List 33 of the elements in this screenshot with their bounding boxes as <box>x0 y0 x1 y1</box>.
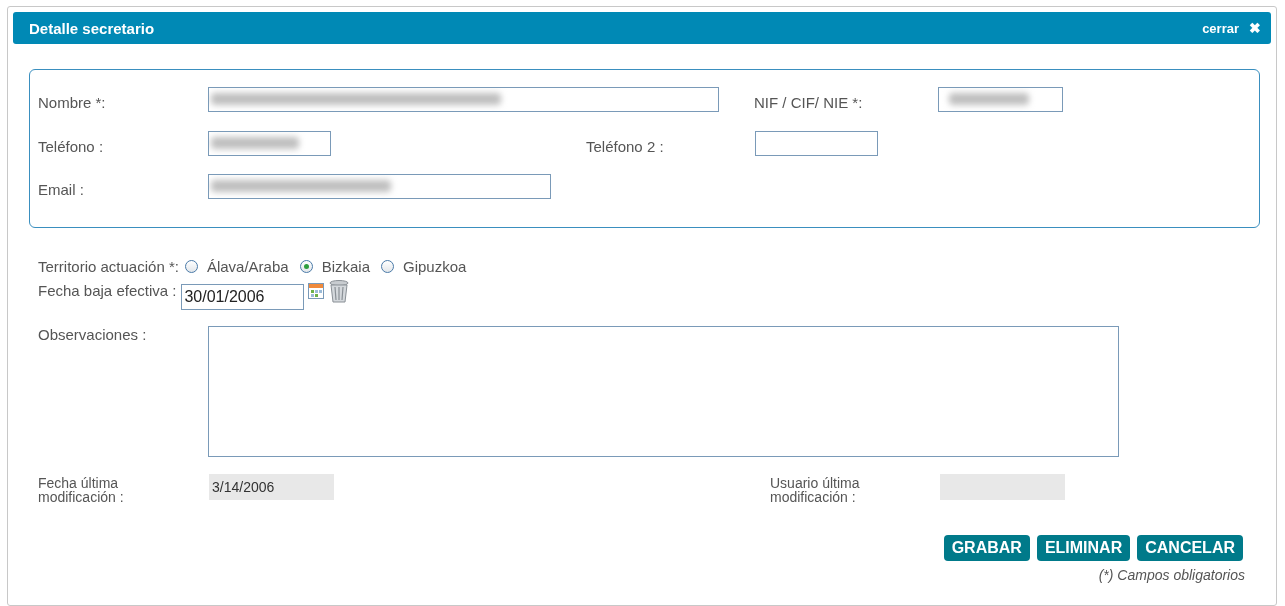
field-label: Email : <box>38 181 85 198</box>
close-icon[interactable]: ✖ <box>1249 20 1261 36</box>
radio-label[interactable]: Bizkaia <box>321 257 370 275</box>
name-field[interactable] <box>208 87 719 112</box>
radio-button[interactable] <box>381 259 394 273</box>
observations-field[interactable] <box>208 326 1119 457</box>
radio-button[interactable] <box>184 259 198 273</box>
field-label: Teléfono 2 : <box>586 138 665 155</box>
footnote: (*) Campos obligatorios <box>1098 567 1245 583</box>
date-field[interactable]: 30/01/2006 <box>181 284 305 310</box>
phone-field[interactable] <box>755 131 878 156</box>
action-button[interactable]: ELIMINAR <box>1036 535 1131 561</box>
field-label: Fecha última modificación : <box>38 476 125 504</box>
email-field[interactable] <box>208 174 551 199</box>
readonly-field: 3/14/2006 <box>209 474 334 500</box>
field-label: Teléfono : <box>38 138 105 155</box>
field-label: Nombre *: <box>38 94 107 111</box>
action-button[interactable]: GRABAR <box>943 535 1030 561</box>
dialog-title: Detalle secretario <box>29 19 156 37</box>
close-link[interactable]: cerrar <box>1202 20 1239 36</box>
calendar-icon[interactable] <box>308 283 325 299</box>
radio-label[interactable]: Álava/Araba <box>206 257 289 275</box>
trash-icon[interactable] <box>329 279 350 303</box>
field-label: Fecha baja efectiva : <box>38 282 177 299</box>
field-label: Territorio actuación *: <box>38 257 179 275</box>
field-label: Observaciones : <box>38 326 148 343</box>
action-button[interactable]: CANCELAR <box>1137 535 1243 561</box>
nif-field[interactable] <box>938 87 1063 112</box>
radio-button[interactable] <box>299 259 313 273</box>
field-label: Usuario última modificación : <box>770 476 861 504</box>
field-label: NIF / CIF/ NIE *: <box>754 94 864 111</box>
radio-label[interactable]: Gipuzkoa <box>403 257 467 275</box>
phone-field[interactable] <box>208 131 331 156</box>
